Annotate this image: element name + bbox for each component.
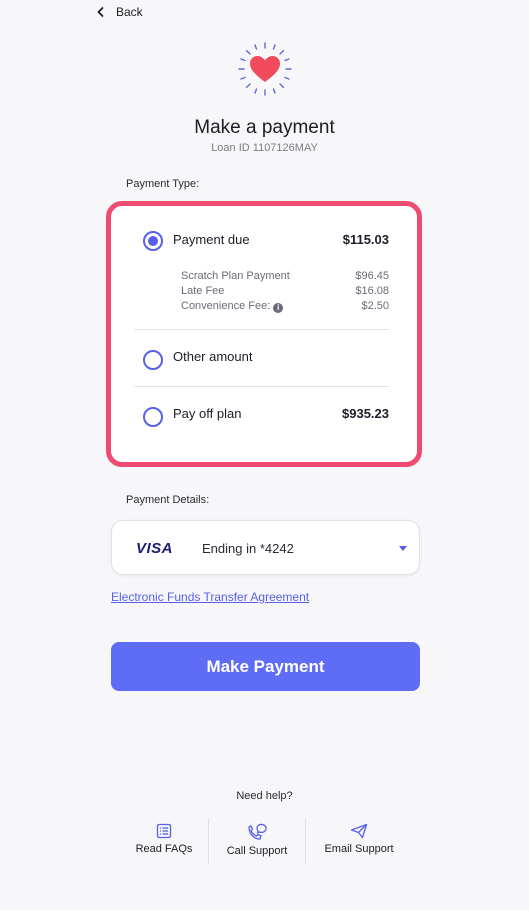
divider xyxy=(208,818,209,864)
help-item-label: Call Support xyxy=(226,845,288,857)
breakdown-value: $96.45 xyxy=(355,270,389,282)
card-ending: Ending in *4242 xyxy=(202,541,294,556)
eft-agreement-link[interactable]: Electronic Funds Transfer Agreement xyxy=(111,590,309,604)
heart-icon xyxy=(236,40,294,98)
radio-pay-off-plan[interactable] xyxy=(143,407,163,427)
back-label: Back xyxy=(116,5,143,19)
breakdown-value: $2.50 xyxy=(361,300,389,312)
help-item-label: Read FAQs xyxy=(135,843,193,855)
faq-list-icon xyxy=(156,823,172,839)
option-label: Pay off plan xyxy=(173,406,242,421)
radio-payment-due[interactable] xyxy=(143,231,163,251)
visa-logo: VISA xyxy=(136,540,174,557)
option-amount: $935.23 xyxy=(342,406,389,421)
divider xyxy=(305,818,306,864)
chevron-left-icon xyxy=(97,7,104,17)
page-title: Make a payment xyxy=(194,117,335,138)
need-help-label: Need help? xyxy=(236,790,293,802)
payment-type-card: Payment due $115.03 Scratch Plan Payment… xyxy=(106,201,422,467)
read-faqs-button[interactable]: Read FAQs xyxy=(134,823,194,855)
make-payment-button[interactable]: Make Payment xyxy=(111,642,420,691)
breakdown-label: Scratch Plan Payment xyxy=(181,270,290,282)
payment-method-select[interactable]: VISA Ending in *4242 xyxy=(111,520,420,575)
back-button[interactable]: Back xyxy=(96,5,143,19)
divider xyxy=(134,329,389,330)
payment-type-label: Payment Type: xyxy=(126,178,200,190)
email-support-button[interactable]: Email Support xyxy=(320,823,398,855)
phone-chat-icon xyxy=(248,823,267,840)
caret-down-icon xyxy=(399,546,407,551)
radio-other-amount[interactable] xyxy=(143,350,163,370)
call-support-button[interactable]: Call Support xyxy=(222,823,292,857)
help-item-label: Email Support xyxy=(324,843,394,855)
option-label: Payment due xyxy=(173,232,250,247)
breakdown-label: Late Fee xyxy=(181,285,225,297)
payment-details-label: Payment Details: xyxy=(126,494,210,506)
paper-plane-icon xyxy=(350,823,368,839)
breakdown-value: $16.08 xyxy=(355,285,389,297)
breakdown-label: Convenience Fee: xyxy=(181,300,271,312)
divider xyxy=(134,386,389,387)
option-amount: $115.03 xyxy=(342,232,389,247)
info-icon[interactable]: i xyxy=(273,303,284,313)
option-label: Other amount xyxy=(173,349,253,364)
loan-id: Loan ID 1107126MAY xyxy=(211,142,318,154)
